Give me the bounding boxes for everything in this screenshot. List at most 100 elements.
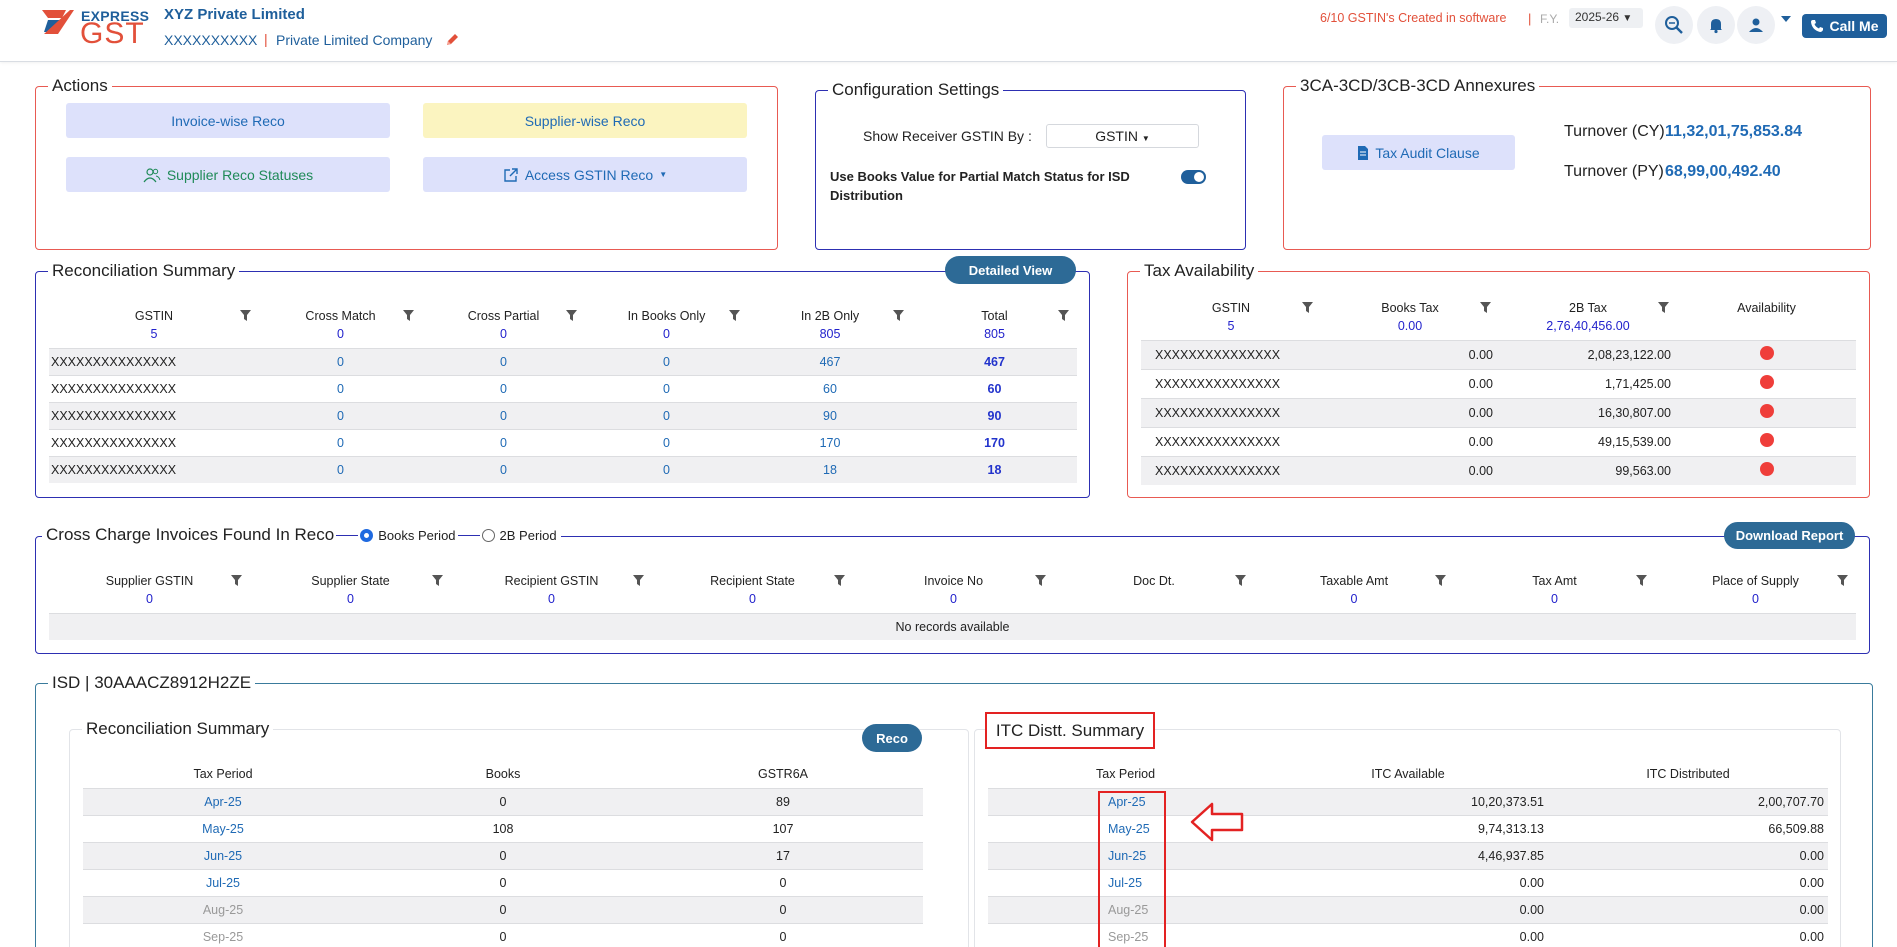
- count-cell[interactable]: 0: [422, 347, 585, 375]
- isd-reco-button[interactable]: Reco: [862, 724, 922, 752]
- count-cell[interactable]: 0: [585, 374, 748, 402]
- count-cell[interactable]: 0: [585, 428, 748, 456]
- table-row: XXXXXXXXXXXXXXX 0.00 1,71,425.00: [1141, 368, 1856, 398]
- filter-icon[interactable]: [1435, 575, 1446, 586]
- annexures-panel: 3CA-3CD/3CB-3CD Annexures Tax Audit Clau…: [1283, 76, 1871, 250]
- filter-icon[interactable]: [432, 575, 443, 586]
- search-button[interactable]: [1655, 6, 1693, 44]
- tax-period-link[interactable]: Jun-25: [83, 841, 363, 869]
- itc-available-cell: 0.00: [1268, 922, 1548, 947]
- column-header: Recipient GSTIN: [451, 571, 652, 591]
- count-cell[interactable]: 90: [912, 401, 1077, 429]
- notifications-button[interactable]: [1697, 6, 1735, 44]
- column-count: 0: [548, 592, 555, 606]
- count-cell[interactable]: 0: [422, 374, 585, 402]
- supplier-wise-reco-button[interactable]: Supplier-wise Reco: [423, 103, 747, 138]
- count-cell[interactable]: 0: [259, 374, 422, 402]
- tax-period-link[interactable]: Jul-25: [83, 868, 363, 896]
- logo-gst-text: GST: [80, 17, 145, 50]
- column-header-tax-period: Tax Period: [193, 767, 253, 781]
- tax-period-link[interactable]: Sep-25: [83, 922, 363, 947]
- gstr6a-cell: 0: [643, 922, 923, 947]
- filter-icon[interactable]: [240, 310, 251, 321]
- tax-period-link[interactable]: Apr-25: [83, 787, 363, 815]
- count-cell[interactable]: 0: [422, 401, 585, 429]
- count-cell[interactable]: 0: [259, 428, 422, 456]
- receiver-gstin-label: Show Receiver GSTIN By :: [863, 128, 1032, 144]
- gstin-cell: XXXXXXXXXXXXXXX: [49, 401, 259, 429]
- books-tax-cell: 0.00: [1321, 455, 1499, 485]
- access-gstin-reco-dropdown[interactable]: Access GSTIN Reco ▼: [423, 157, 747, 192]
- user-menu-button[interactable]: [1737, 6, 1775, 44]
- 2b-period-radio[interactable]: 2B Period: [481, 528, 557, 543]
- count-cell[interactable]: 170: [748, 428, 912, 456]
- count-cell[interactable]: 18: [912, 455, 1077, 483]
- tax-period-link[interactable]: May-25: [83, 814, 363, 842]
- books-period-radio[interactable]: Books Period: [360, 528, 456, 543]
- cross-charge-panel: Cross Charge Invoices Found In Reco Book…: [35, 522, 1870, 654]
- supplier-reco-statuses-button[interactable]: Supplier Reco Statuses: [66, 157, 390, 192]
- count-cell[interactable]: 0: [259, 455, 422, 483]
- books-cell: 0: [363, 895, 643, 923]
- table-row: Jun-25 0 17: [83, 841, 923, 869]
- filter-icon[interactable]: [729, 310, 740, 321]
- filter-icon[interactable]: [231, 575, 242, 586]
- express-gst-logo[interactable]: EXPRESS GST: [40, 6, 149, 50]
- count-cell[interactable]: 0: [585, 347, 748, 375]
- column-header-itc-distributed: ITC Distributed: [1646, 767, 1730, 781]
- table-header-row: Tax Period ITC Available ITC Distributed: [988, 764, 1828, 784]
- turnover-cy-label: Turnover (CY): [1564, 123, 1665, 140]
- filter-icon[interactable]: [1035, 575, 1046, 586]
- filter-icon[interactable]: [1480, 302, 1491, 313]
- count-cell[interactable]: 0: [585, 401, 748, 429]
- count-cell[interactable]: 18: [748, 455, 912, 483]
- books-value-toggle[interactable]: [1181, 170, 1206, 184]
- tax-period-link[interactable]: Aug-25: [83, 895, 363, 923]
- column-count: 0: [146, 592, 153, 606]
- status-red-dot-icon: [1759, 462, 1774, 477]
- filter-icon[interactable]: [1235, 575, 1246, 586]
- filter-icon[interactable]: [1837, 575, 1848, 586]
- count-cell[interactable]: 0: [259, 347, 422, 375]
- invoice-wise-reco-button[interactable]: Invoice-wise Reco: [66, 103, 390, 138]
- availability-cell: [1677, 397, 1856, 427]
- detailed-view-button[interactable]: Detailed View: [945, 256, 1076, 284]
- itc-distributed-cell: 0.00: [1548, 895, 1828, 923]
- column-count: 0: [1752, 592, 1759, 606]
- count-cell[interactable]: 0: [259, 401, 422, 429]
- filter-icon[interactable]: [834, 575, 845, 586]
- filter-icon[interactable]: [893, 310, 904, 321]
- filter-icon[interactable]: [1302, 302, 1313, 313]
- filter-icon[interactable]: [1636, 575, 1647, 586]
- count-cell[interactable]: 60: [912, 374, 1077, 402]
- itc-distribution-panel: ITC Distt. Summary Tax Period ITC Availa…: [974, 712, 1841, 947]
- tax-audit-clause-button[interactable]: Tax Audit Clause: [1322, 135, 1515, 170]
- fy-select[interactable]: 2025-26 ▼: [1569, 8, 1643, 28]
- receiver-gstin-select[interactable]: GSTIN ▼: [1046, 124, 1199, 148]
- call-me-button[interactable]: Call Me: [1802, 14, 1887, 38]
- chevron-down-icon: ▼: [1622, 13, 1633, 24]
- filter-icon[interactable]: [1658, 302, 1669, 313]
- filter-icon[interactable]: [1058, 310, 1069, 321]
- count-cell[interactable]: 0: [585, 455, 748, 483]
- column-header-2b-tax: 2B Tax: [1499, 298, 1677, 318]
- books-cell: 0: [363, 787, 643, 815]
- user-menu-caret-icon[interactable]: [1781, 16, 1791, 22]
- tax-availability-legend: Tax Availability: [1140, 261, 1259, 281]
- filter-icon[interactable]: [566, 310, 577, 321]
- count-cell[interactable]: 60: [748, 374, 912, 402]
- count-cell[interactable]: 0: [422, 428, 585, 456]
- count-cell[interactable]: 0: [422, 455, 585, 483]
- count-cell[interactable]: 467: [912, 347, 1077, 375]
- external-link-icon: [504, 167, 518, 182]
- count-cell[interactable]: 467: [748, 347, 912, 375]
- download-report-button[interactable]: Download Report: [1724, 522, 1855, 549]
- reconciliation-summary-panel: Reconciliation Summary Detailed View GST…: [35, 256, 1090, 498]
- count-gstin: 5: [150, 327, 158, 341]
- filter-icon[interactable]: [403, 310, 414, 321]
- filter-icon[interactable]: [633, 575, 644, 586]
- count-cell[interactable]: 170: [912, 428, 1077, 456]
- search-icon: [1665, 16, 1683, 34]
- edit-pencil-icon[interactable]: [445, 33, 459, 47]
- count-cell[interactable]: 90: [748, 401, 912, 429]
